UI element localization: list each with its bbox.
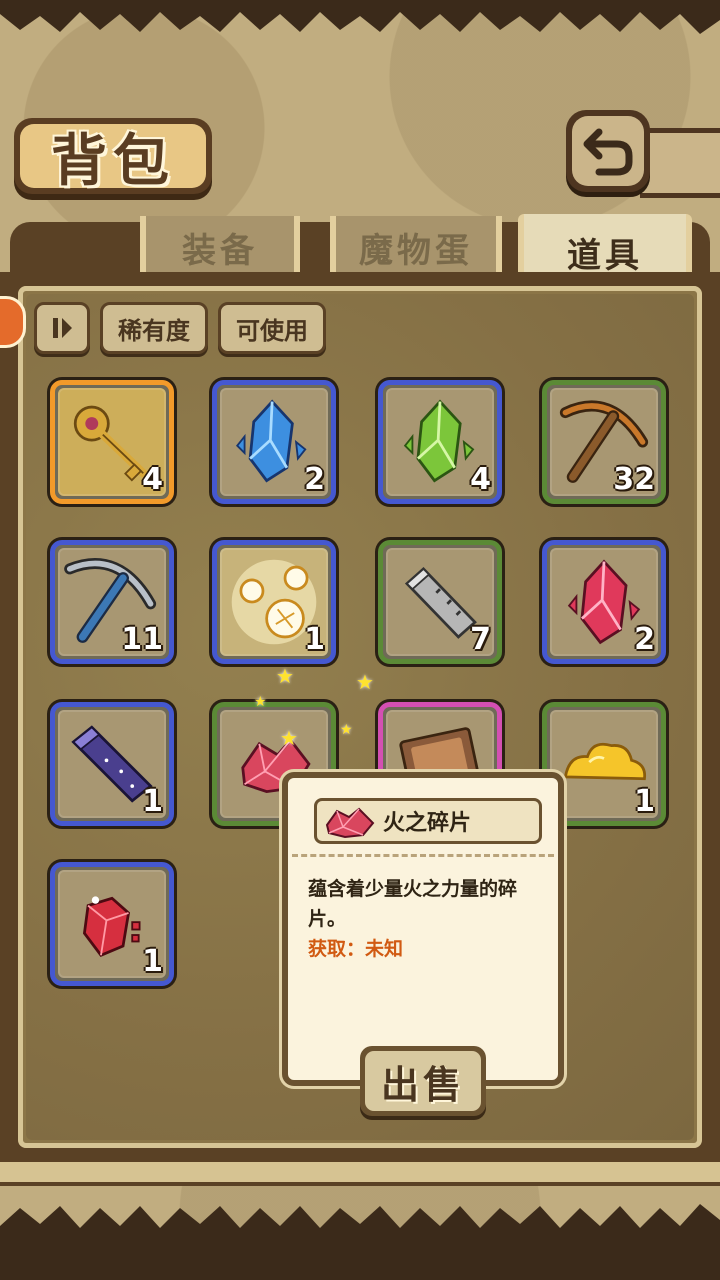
item-count: 1	[142, 784, 163, 819]
item-count: 1	[634, 784, 655, 819]
item-count: 7	[470, 622, 491, 657]
item-count: 11	[121, 622, 163, 657]
tab-items-label: 道具	[567, 235, 643, 276]
item-source: 获取：未知	[308, 938, 404, 960]
sparkle-star-icon: ★	[254, 694, 267, 710]
item-count: 2	[304, 462, 325, 497]
item-count: 4	[142, 462, 163, 497]
fire-shards-icon	[325, 807, 375, 839]
item-count: 32	[613, 462, 655, 497]
item-slot-iron-ingot[interactable]: 7	[378, 540, 502, 664]
item-slot-green-crystal[interactable]: 4	[378, 380, 502, 504]
sparkle-star-icon: ★	[356, 670, 374, 694]
tab-monster-eggs[interactable]: 魔物蛋	[330, 216, 502, 278]
rarity-filter-label: 稀有度	[118, 316, 190, 345]
sparkle-star-icon: ★	[280, 726, 298, 750]
item-count: 2	[634, 622, 655, 657]
item-slot-light-orbs[interactable]: 1	[212, 540, 336, 664]
sparkle-star-icon: ★	[340, 722, 353, 738]
back-arrow-icon	[583, 128, 633, 176]
item-tooltip: 火之碎片 蕴含着少量火之力量的碎片。 获取：未知	[282, 772, 564, 1086]
item-slot-blue-crystal[interactable]: 2	[212, 380, 336, 504]
zigzag-top-border	[0, 0, 720, 34]
zigzag-bottom-border	[0, 1204, 720, 1280]
item-count: 4	[470, 462, 491, 497]
item-slot-wooden-pickaxe[interactable]: 32	[542, 380, 666, 504]
tab-equipment-label: 装备	[182, 230, 258, 271]
sort-toggle-button[interactable]	[34, 302, 90, 354]
item-slot-red-crystal[interactable]: 2	[542, 540, 666, 664]
back-button-extension	[640, 128, 720, 198]
back-button[interactable]	[566, 110, 650, 192]
tooltip-divider	[292, 854, 554, 857]
item-slot-ruby-fragment[interactable]: 1	[50, 862, 174, 986]
item-name: 火之碎片	[383, 811, 472, 836]
tab-monster-eggs-label: 魔物蛋	[359, 230, 473, 271]
title-plaque: 背包	[14, 118, 212, 194]
sell-button[interactable]: 出售	[360, 1046, 486, 1116]
item-slot-steel-pickaxe[interactable]: 11	[50, 540, 174, 664]
item-description: 蕴含着少量火之力量的碎片。	[308, 878, 518, 930]
item-name-box: 火之碎片	[314, 798, 542, 844]
item-count: 1	[304, 622, 325, 657]
usable-filter-label: 可使用	[236, 316, 308, 345]
sparkle-star-icon: ★	[276, 664, 294, 688]
usable-filter-button[interactable]: 可使用	[218, 302, 326, 354]
item-count: 1	[142, 944, 163, 979]
page-title: 背包	[51, 128, 175, 194]
item-slot-starry-ingot[interactable]: 1	[50, 702, 174, 826]
tab-equipment[interactable]: 装备	[140, 216, 300, 278]
rarity-filter-button[interactable]: 稀有度	[100, 302, 208, 354]
item-slot-golden-key[interactable]: 4	[50, 380, 174, 504]
sort-toggle-icon	[53, 318, 72, 338]
sell-button-label: 出售	[365, 1051, 481, 1111]
